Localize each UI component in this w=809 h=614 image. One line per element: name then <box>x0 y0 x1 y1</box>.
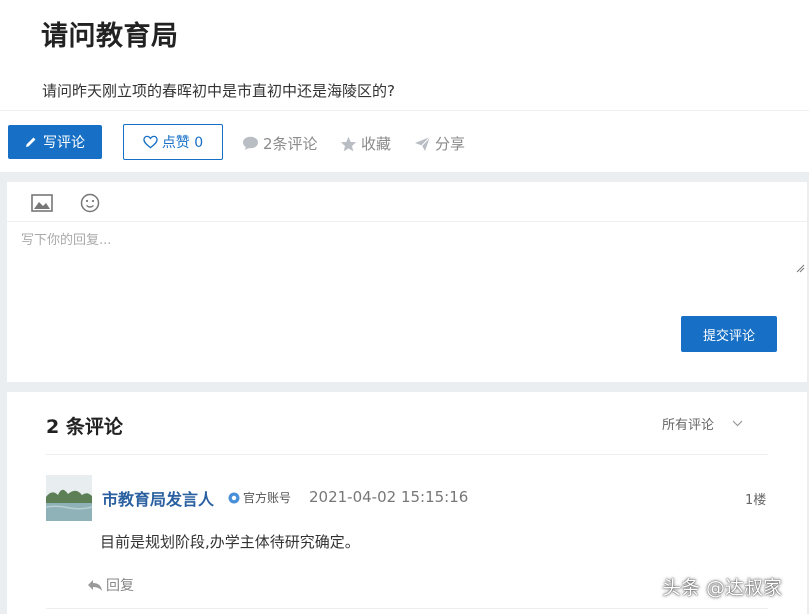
divider <box>46 608 768 609</box>
comments-count-link[interactable]: 2条评论 <box>242 133 318 154</box>
insert-emoji-button[interactable] <box>79 192 101 214</box>
insert-image-button[interactable] <box>31 192 53 214</box>
editor-toolbar <box>7 182 807 222</box>
reply-button[interactable]: 回复 <box>87 575 134 595</box>
star-icon <box>340 136 357 151</box>
comment-author[interactable]: 市教育局发言人 <box>102 486 214 510</box>
chevron-down-icon <box>732 420 743 427</box>
favorite-label: 收藏 <box>361 135 392 153</box>
heart-icon <box>143 135 158 149</box>
like-label: 点赞 0 <box>161 135 204 151</box>
reply-arrow-icon <box>88 579 102 591</box>
share-plane-icon <box>415 136 431 151</box>
comment-floor: 1楼 <box>745 493 767 508</box>
comment-timestamp: 2021-04-02 15:15:16 <box>309 488 469 506</box>
verified-icon <box>228 492 240 503</box>
write-comment-button[interactable]: 写评论 <box>8 125 102 159</box>
article-header: 请问教育局 请问昨天刚立项的春晖初中是市直初中还是海陵区的? 写评论 点赞 0 … <box>0 0 809 172</box>
reply-editor: 提交评论 <box>7 182 807 382</box>
comment-filter-dropdown[interactable]: 所有评论 <box>662 414 743 433</box>
official-badge-label: 官方账号 <box>243 491 292 505</box>
comment-bubble-icon <box>243 136 258 150</box>
share-button[interactable]: 分享 <box>414 133 465 154</box>
action-bar: 写评论 点赞 0 2条评论 收藏 分享 <box>0 110 809 172</box>
favorite-button[interactable]: 收藏 <box>340 133 391 154</box>
question-text: 请问昨天刚立项的春晖初中是市直初中还是海陵区的? <box>42 82 395 100</box>
share-label: 分享 <box>435 135 466 153</box>
resize-grip-icon[interactable] <box>796 264 805 273</box>
reply-textarea[interactable] <box>7 223 807 277</box>
comments-heading: 2 条评论 <box>46 416 123 438</box>
comment-filter-label: 所有评论 <box>662 418 715 433</box>
comments-count-label: 2条评论 <box>263 135 318 153</box>
submit-comment-button[interactable]: 提交评论 <box>681 316 777 352</box>
pencil-icon <box>26 137 36 147</box>
image-icon <box>31 194 53 212</box>
write-comment-label: 写评论 <box>43 135 85 151</box>
avatar-image <box>46 475 92 521</box>
page-title: 请问教育局 <box>41 21 179 52</box>
watermark: 头条 @达叔家 <box>662 577 783 599</box>
avatar[interactable] <box>46 475 92 521</box>
emoji-icon <box>80 193 100 213</box>
like-button[interactable]: 点赞 0 <box>123 124 223 160</box>
reply-label: 回复 <box>106 578 134 594</box>
comment-text: 目前是规划阶段,办学主体待研究确定。 <box>100 533 360 551</box>
official-badge: 官方账号 <box>228 489 291 506</box>
divider <box>46 454 768 455</box>
